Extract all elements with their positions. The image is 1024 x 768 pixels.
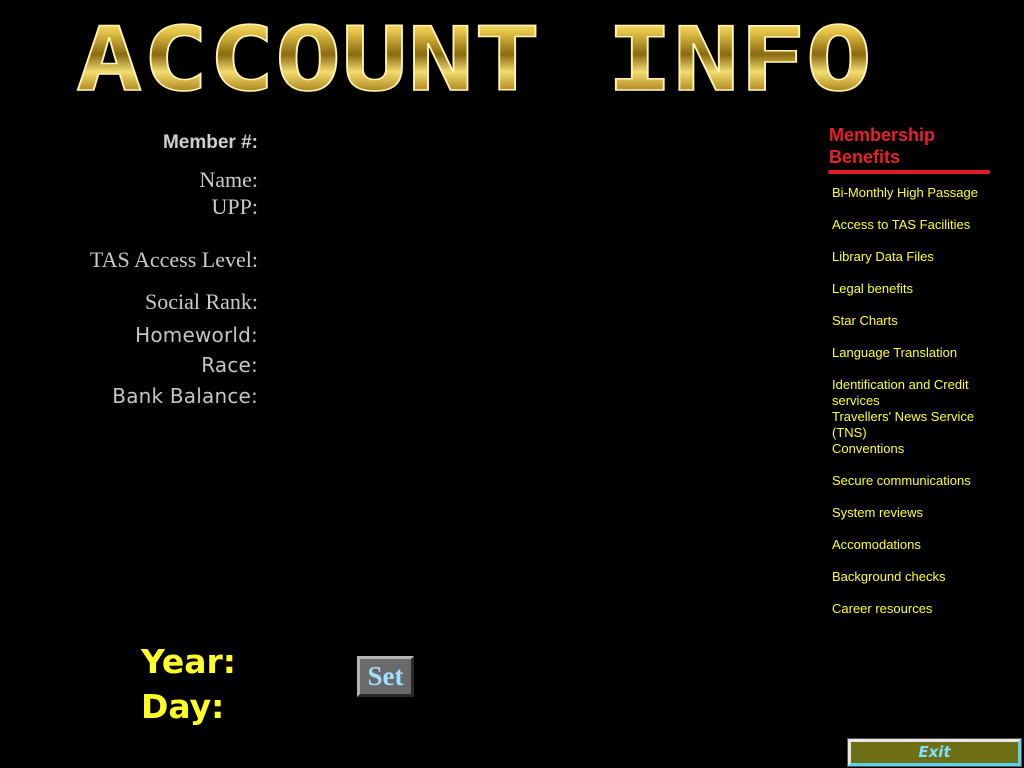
exit-button-label: Exit: [918, 743, 951, 761]
benefit-link-library-data[interactable]: Library Data Files: [832, 249, 1002, 281]
benefit-link-star-charts[interactable]: Star Charts: [832, 313, 1002, 345]
bank-balance-label: Bank Balance:: [112, 384, 258, 408]
benefits-heading: Membership Benefits: [829, 124, 935, 168]
benefit-link-high-passage[interactable]: Bi-Monthly High Passage: [832, 185, 1002, 217]
benefit-link-background-checks[interactable]: Background checks: [832, 569, 1002, 601]
exit-button[interactable]: Exit: [847, 738, 1022, 767]
benefit-link-conventions[interactable]: Conventions: [832, 441, 1002, 473]
benefit-link-tas-facilities[interactable]: Access to TAS Facilities: [832, 217, 1002, 249]
benefits-list: Bi-Monthly High Passage Access to TAS Fa…: [832, 185, 1002, 633]
day-label: Day:: [141, 687, 225, 726]
benefit-link-system-reviews[interactable]: System reviews: [832, 505, 1002, 537]
benefits-heading-line1: Membership: [829, 125, 936, 145]
benefit-link-career-resources[interactable]: Career resources: [832, 601, 1002, 633]
page-title: ACCOUNT INFO: [76, 18, 876, 98]
benefit-link-identification-credit[interactable]: Identification and Credit services: [832, 377, 1002, 409]
member-number-label: Member #:: [162, 132, 258, 153]
benefit-link-legal[interactable]: Legal benefits: [832, 281, 1002, 313]
set-button[interactable]: Set: [357, 656, 414, 697]
title-logo: ACCOUNT INFO: [76, 18, 873, 98]
benefits-divider: [828, 170, 990, 174]
set-button-label: Set: [367, 661, 404, 691]
upp-label: UPP:: [211, 194, 258, 219]
benefit-link-news-service[interactable]: Travellers' News Service (TNS): [832, 409, 1002, 441]
name-label: Name:: [199, 167, 258, 192]
tas-access-level-label: TAS Access Level:: [89, 247, 258, 272]
social-rank-label: Social Rank:: [144, 289, 258, 314]
benefit-link-language-translation[interactable]: Language Translation: [832, 345, 1002, 377]
homeworld-label: Homeworld:: [135, 323, 258, 347]
race-label: Race:: [201, 353, 258, 377]
benefits-heading-line2: Benefits: [829, 147, 901, 167]
title-text: ACCOUNT INFO: [76, 18, 872, 98]
year-label: Year:: [141, 642, 236, 681]
benefit-link-secure-communications[interactable]: Secure communications: [832, 473, 1002, 505]
benefit-link-accomodations[interactable]: Accomodations: [832, 537, 1002, 569]
